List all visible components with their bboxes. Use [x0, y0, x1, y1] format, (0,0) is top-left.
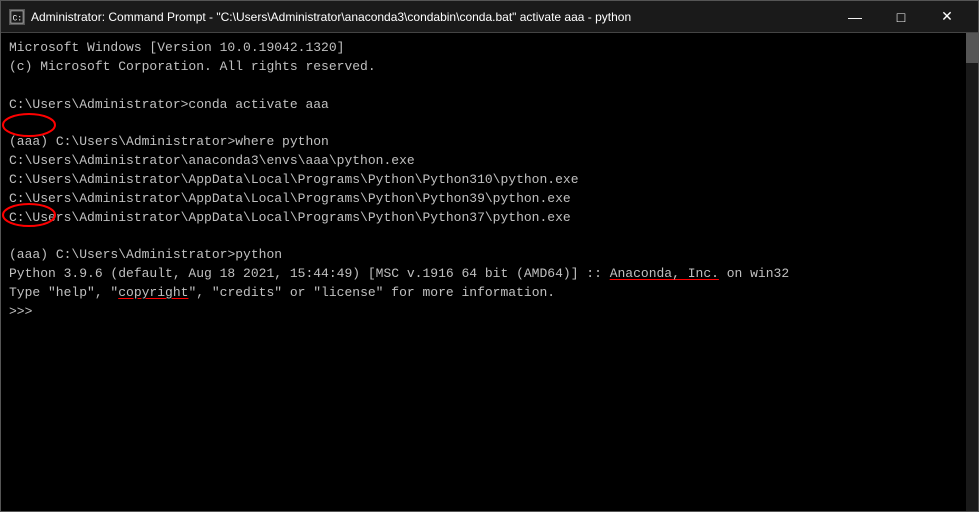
terminal-line: C:\Users\Administrator>conda activate aa…	[9, 96, 970, 115]
title-bar: C: Administrator: Command Prompt - "C:\U…	[1, 1, 978, 33]
terminal-prompt: >>>	[9, 303, 970, 322]
cmd-window: C: Administrator: Command Prompt - "C:\U…	[0, 0, 979, 512]
terminal-empty-line	[9, 77, 970, 96]
window-controls: — □ ✕	[832, 1, 970, 33]
svg-text:C:: C:	[13, 14, 22, 23]
terminal-line: C:\Users\Administrator\AppData\Local\Pro…	[9, 190, 970, 209]
window-title: Administrator: Command Prompt - "C:\User…	[31, 10, 832, 24]
terminal-line-aaa-python: (aaa) C:\Users\Administrator>python	[9, 246, 970, 265]
maximize-button[interactable]: □	[878, 1, 924, 33]
copyright-text: copyright	[118, 285, 188, 300]
minimize-button[interactable]: —	[832, 1, 878, 33]
terminal-line: C:\Users\Administrator\AppData\Local\Pro…	[9, 209, 970, 228]
scrollbar[interactable]	[966, 33, 978, 511]
terminal-line: C:\Users\Administrator\AppData\Local\Pro…	[9, 171, 970, 190]
scrollbar-thumb[interactable]	[966, 33, 978, 63]
terminal-line-help: Type "help", "copyright", "credits" or "…	[9, 284, 970, 303]
anaconda-text: Anaconda, Inc.	[610, 266, 719, 281]
terminal-line: C:\Users\Administrator\anaconda3\envs\aa…	[9, 152, 970, 171]
terminal-empty-line	[9, 227, 970, 246]
terminal-line-aaa-where: (aaa) C:\Users\Administrator>where pytho…	[9, 133, 970, 152]
terminal-empty-line	[9, 114, 970, 133]
terminal-line: (c) Microsoft Corporation. All rights re…	[9, 58, 970, 77]
terminal-line: Microsoft Windows [Version 10.0.19042.13…	[9, 39, 970, 58]
close-button[interactable]: ✕	[924, 1, 970, 33]
app-icon: C:	[9, 9, 25, 25]
terminal-line-python-version: Python 3.9.6 (default, Aug 18 2021, 15:4…	[9, 265, 970, 284]
terminal-body[interactable]: Microsoft Windows [Version 10.0.19042.13…	[1, 33, 978, 511]
